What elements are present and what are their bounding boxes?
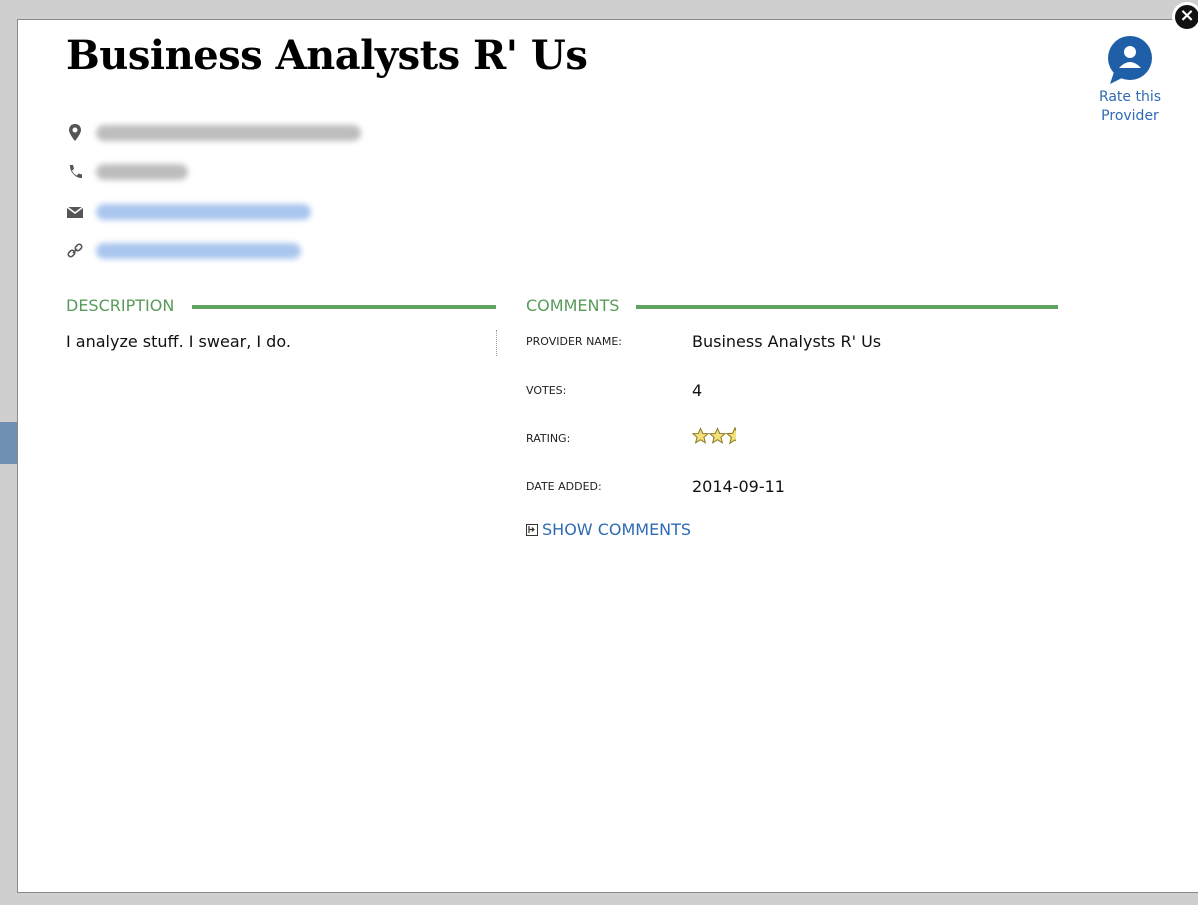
close-button[interactable]: × [1172,2,1198,32]
rate-provider-label: Rate this Provider [1088,88,1172,126]
background-accent-bar [0,422,18,464]
description-section-header: DESCRIPTION [66,296,498,316]
show-comments-label: SHOW COMMENTS [542,520,692,539]
email-link[interactable] [96,204,311,220]
comments-section-header: COMMENTS [526,296,1060,316]
address-value [96,125,361,141]
provider-name-value: Business Analysts R' Us [692,332,882,351]
rating-stars [692,427,736,445]
website-row [66,239,366,263]
votes-label: VOTES: [526,384,567,397]
website-link[interactable] [96,243,301,259]
expand-icon [526,523,538,536]
star-half-icon [726,427,736,445]
phone-value [96,164,188,180]
provider-name-label: PROVIDER NAME: [526,335,622,348]
provider-modal: Business Analysts R' Us Rate this Provid… [18,20,1198,892]
description-divider-line [192,305,496,309]
map-pin-icon [66,123,84,143]
email-row [66,200,386,224]
column-divider [496,330,497,356]
envelope-icon [66,202,84,222]
phone-row [66,160,266,184]
provider-title: Business Analysts R' Us [66,32,588,79]
address-row [66,121,386,145]
link-icon [66,241,84,261]
comments-heading: COMMENTS [526,296,620,315]
star-full-icon [692,427,709,444]
rating-label: RATING: [526,432,571,445]
rate-provider-label-line2: Provider [1101,108,1159,124]
description-heading: DESCRIPTION [66,296,175,315]
user-speech-bubble-icon [1104,34,1156,86]
rate-provider-button[interactable]: Rate this Provider [1088,34,1172,126]
description-text: I analyze stuff. I swear, I do. [66,332,291,351]
phone-icon [66,162,84,182]
show-comments-button[interactable]: SHOW COMMENTS [526,520,691,539]
votes-value: 4 [692,381,703,400]
date-added-value: 2014-09-11 [692,477,785,496]
date-added-label: DATE ADDED: [526,480,602,493]
comments-divider-line [636,305,1058,309]
star-full-icon [709,427,726,444]
rate-provider-label-line1: Rate this [1098,89,1162,105]
close-icon: × [1179,5,1195,26]
